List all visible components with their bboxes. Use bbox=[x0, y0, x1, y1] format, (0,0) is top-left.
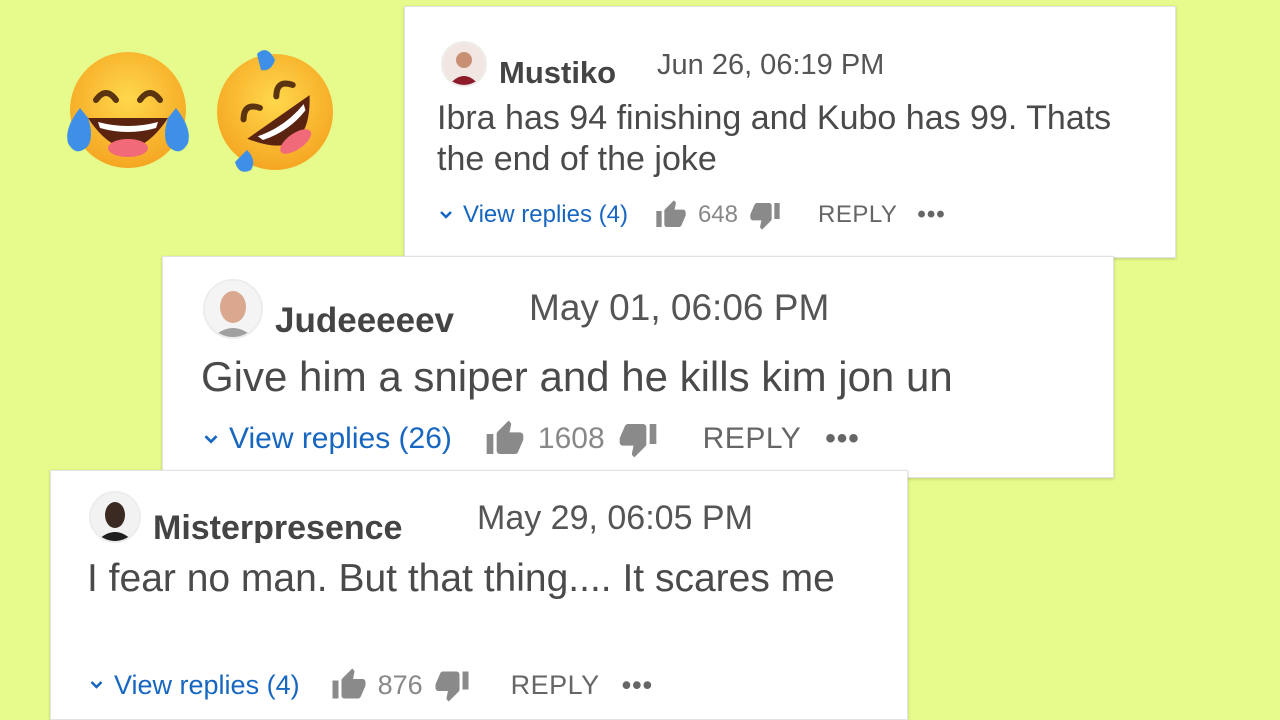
comment-text: Give him a sniper and he kills kim jon u… bbox=[201, 353, 953, 400]
comment-date: May 01, 06:06 PM bbox=[529, 287, 830, 328]
thumbs-up-icon[interactable] bbox=[330, 667, 368, 703]
reply-button[interactable]: REPLY bbox=[818, 201, 897, 229]
comment-actions: View replies (4) 648 REPLY ••• bbox=[439, 199, 946, 231]
comment-text: I fear no man. But that thing.... It sca… bbox=[87, 557, 835, 600]
view-replies-label: View replies (26) bbox=[229, 422, 452, 455]
view-replies-label: View replies (4) bbox=[114, 669, 300, 700]
avatar[interactable] bbox=[441, 41, 487, 87]
rolling-on-floor-laughing-icon bbox=[205, 42, 340, 177]
comment-date: May 29, 06:05 PM bbox=[477, 499, 753, 537]
more-options-icon[interactable]: ••• bbox=[622, 670, 653, 701]
more-options-icon[interactable]: ••• bbox=[825, 422, 860, 456]
thumbs-up-icon[interactable] bbox=[484, 419, 526, 459]
comment-card: Misterpresence May 29, 06:05 PM I fear n… bbox=[50, 470, 908, 720]
avatar[interactable] bbox=[89, 491, 141, 543]
view-replies-button[interactable]: View replies (4) bbox=[439, 201, 628, 229]
comment-date: Jun 26, 06:19 PM bbox=[657, 49, 885, 81]
chevron-down-icon bbox=[89, 680, 104, 690]
comment-card: Mustiko Jun 26, 06:19 PM Ibra has 94 fin… bbox=[404, 6, 1176, 258]
view-replies-button[interactable]: View replies (4) bbox=[89, 670, 300, 701]
view-replies-label: View replies (4) bbox=[463, 201, 628, 228]
thumbs-down-icon[interactable] bbox=[433, 667, 471, 703]
reply-button[interactable]: REPLY bbox=[703, 422, 802, 456]
thumbs-up-icon[interactable] bbox=[654, 199, 688, 231]
comment-actions: View replies (26) 1608 REPLY ••• bbox=[203, 419, 860, 459]
chevron-down-icon bbox=[203, 434, 219, 445]
username[interactable]: Misterpresence bbox=[153, 509, 402, 543]
view-replies-button[interactable]: View replies (26) bbox=[203, 422, 452, 456]
reply-button[interactable]: REPLY bbox=[511, 670, 600, 701]
comment-text: Ibra has 94 finishing and Kubo has 99. T… bbox=[437, 99, 1112, 179]
like-count: 876 bbox=[377, 669, 423, 700]
comment-actions: View replies (4) 876 REPLY ••• bbox=[89, 667, 653, 703]
username[interactable]: Judeeeeev bbox=[275, 301, 454, 337]
like-count: 1608 bbox=[537, 422, 605, 455]
avatar[interactable] bbox=[203, 279, 263, 339]
like-count: 648 bbox=[697, 201, 738, 228]
face-with-tears-of-joy-icon bbox=[58, 48, 198, 173]
thumbs-down-icon[interactable] bbox=[617, 419, 659, 459]
username[interactable]: Mustiko bbox=[499, 55, 616, 87]
thumbs-down-icon[interactable] bbox=[748, 199, 782, 231]
more-options-icon[interactable]: ••• bbox=[917, 201, 945, 229]
comment-card: Judeeeeev May 01, 06:06 PM Give him a sn… bbox=[162, 256, 1114, 478]
chevron-down-icon bbox=[439, 210, 453, 220]
